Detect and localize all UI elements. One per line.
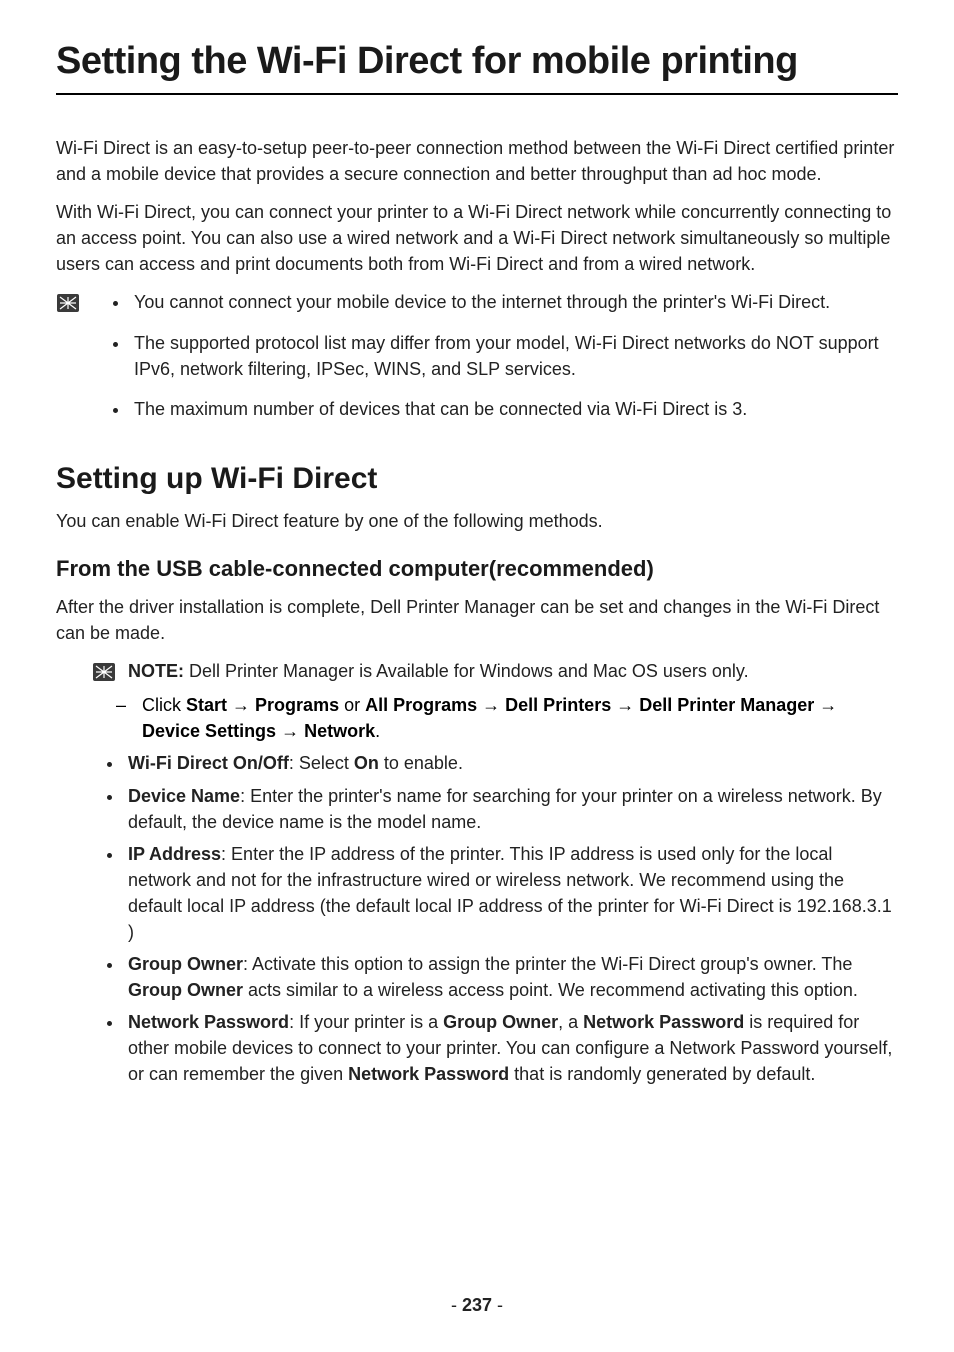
note-text: NOTE: Dell Printer Manager is Available … <box>128 658 898 684</box>
setting-text: : Enter the IP address of the printer. T… <box>128 844 892 942</box>
page-number-container: - 237 - <box>0 1295 954 1316</box>
setting-inline-bold: Network Password <box>348 1064 509 1084</box>
arrow-icon: → <box>611 695 639 715</box>
note-icon <box>92 660 116 684</box>
setting-inline-bold: Network Password <box>583 1012 744 1032</box>
path-network: Network <box>304 721 375 741</box>
setting-text: acts similar to a wireless access point.… <box>243 980 858 1000</box>
setting-text: that is randomly generated by default. <box>509 1064 815 1084</box>
setting-item-ip-address: IP Address: Enter the IP address of the … <box>124 841 898 945</box>
arrow-icon: → <box>276 721 304 741</box>
note-item: The maximum number of devices that can b… <box>130 396 898 422</box>
setting-text: : Select <box>289 753 354 773</box>
setting-inline-bold: Group Owner <box>128 980 243 1000</box>
section-heading: Setting up Wi-Fi Direct <box>56 462 898 496</box>
page-dash: - <box>451 1295 462 1315</box>
intro-paragraph-2: With Wi-Fi Direct, you can connect your … <box>56 199 898 277</box>
setting-text: , a <box>558 1012 583 1032</box>
note-line: NOTE: Dell Printer Manager is Available … <box>56 658 898 684</box>
path-content: Click Start → Programs or All Programs →… <box>142 692 898 744</box>
subsection-heading: From the USB cable-connected computer(re… <box>56 556 898 582</box>
setting-item-network-password: Network Password: If your printer is a G… <box>124 1009 898 1087</box>
subsection-para: After the driver installation is complet… <box>56 594 898 646</box>
setting-label: Network Password <box>128 1012 289 1032</box>
settings-list: Wi-Fi Direct On/Off: Select On to enable… <box>56 750 898 1087</box>
setting-item-wifi-direct: Wi-Fi Direct On/Off: Select On to enable… <box>124 750 898 776</box>
path-dellpm: Dell Printer Manager <box>639 695 814 715</box>
title-divider <box>56 93 898 95</box>
setting-item-device-name: Device Name: Enter the printer's name fo… <box>124 783 898 835</box>
dash-marker: – <box>116 692 126 744</box>
arrow-icon: → <box>814 695 837 715</box>
note-label: NOTE: <box>128 661 184 681</box>
setting-label: Group Owner <box>128 954 243 974</box>
setting-label: IP Address <box>128 844 221 864</box>
note-item: The supported protocol list may differ f… <box>130 330 898 382</box>
setting-label: Wi-Fi Direct On/Off <box>128 753 289 773</box>
arrow-icon: → <box>227 695 255 715</box>
setting-inline-bold: Group Owner <box>443 1012 558 1032</box>
note-icon <box>56 291 80 315</box>
arrow-icon: → <box>477 695 505 715</box>
setting-text: : Enter the printer's name for searching… <box>128 786 882 832</box>
page-number: - 237 - <box>451 1295 503 1315</box>
path-or: or <box>339 695 365 715</box>
path-period: . <box>375 721 380 741</box>
intro-paragraph-1: Wi-Fi Direct is an easy-to-setup peer-to… <box>56 135 898 187</box>
setting-value: On <box>354 753 379 773</box>
path-devset: Device Settings <box>142 721 276 741</box>
note-block-1: You cannot connect your mobile device to… <box>56 289 898 435</box>
setting-text: : Activate this option to assign the pri… <box>243 954 852 974</box>
page-number-value: 237 <box>462 1295 492 1315</box>
setting-text: : If your printer is a <box>289 1012 443 1032</box>
note-list-1: You cannot connect your mobile device to… <box>94 289 898 435</box>
section-intro: You can enable Wi-Fi Direct feature by o… <box>56 508 898 534</box>
path-programs: Programs <box>255 695 339 715</box>
note-content: Dell Printer Manager is Available for Wi… <box>184 661 749 681</box>
path-dellprinters: Dell Printers <box>505 695 611 715</box>
setting-label: Device Name <box>128 786 240 806</box>
path-instruction: – Click Start → Programs or All Programs… <box>56 692 898 744</box>
path-allprograms: All Programs <box>365 695 477 715</box>
note-item: You cannot connect your mobile device to… <box>130 289 898 315</box>
page-title: Setting the Wi-Fi Direct for mobile prin… <box>56 40 898 93</box>
path-start: Start <box>186 695 227 715</box>
setting-text: to enable. <box>379 753 463 773</box>
setting-item-group-owner: Group Owner: Activate this option to ass… <box>124 951 898 1003</box>
path-prefix: Click <box>142 695 186 715</box>
page-dash: - <box>492 1295 503 1315</box>
